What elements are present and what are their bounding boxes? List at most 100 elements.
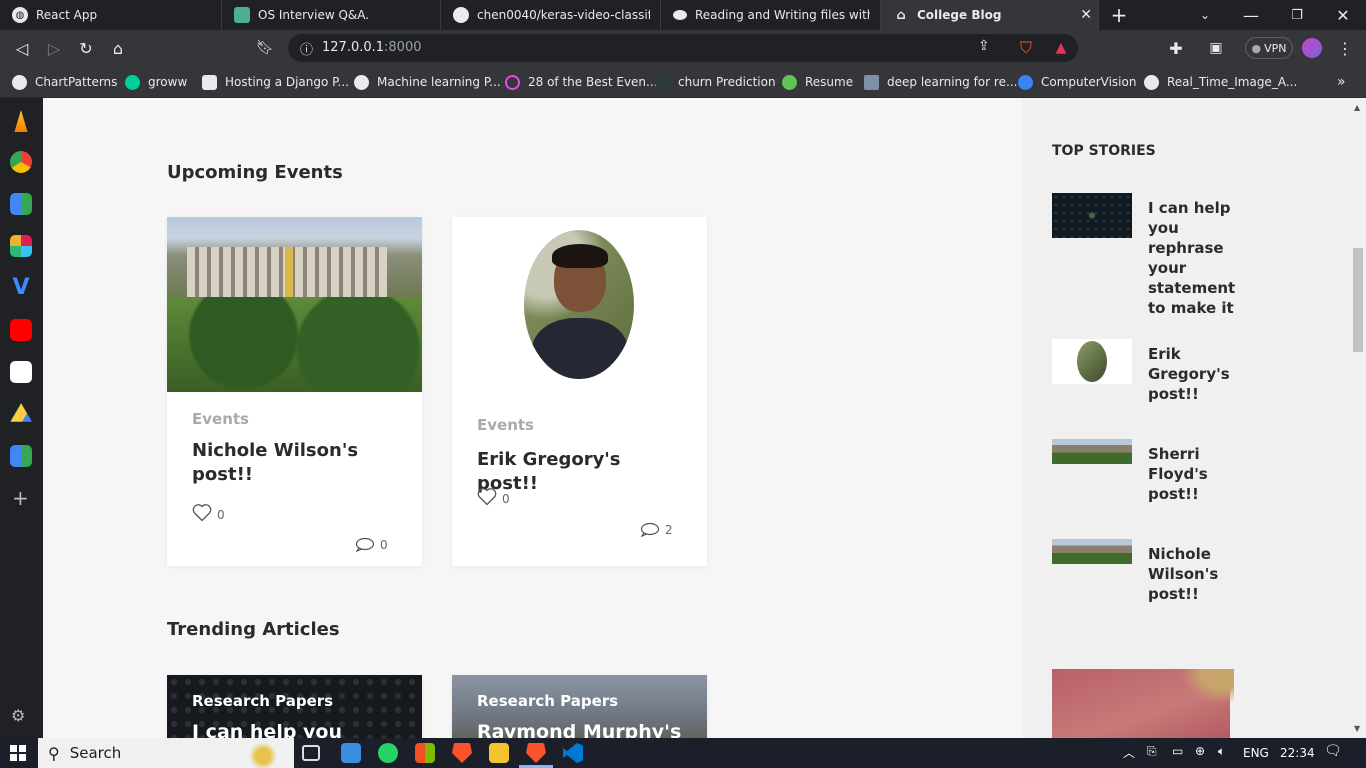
address-bar[interactable]: ⓘ 127.0.0.1:8000 ⇪ [288,34,1078,62]
story-thumbnail[interactable] [1052,539,1132,564]
story-title[interactable]: I can help you rephrase your statement t… [1148,198,1238,318]
github-icon [354,74,369,90]
minimize-icon[interactable]: — [1228,0,1274,30]
google-meet-icon[interactable] [10,445,32,467]
firebase-icon[interactable] [14,110,28,132]
brave-browser-icon[interactable] [452,743,472,763]
task-view-icon[interactable] [302,745,320,761]
microsoft-store-icon[interactable] [415,743,435,763]
tab-os-interview[interactable]: OS Interview Q&A. [222,0,441,30]
new-tab-button[interactable]: + [1099,0,1139,30]
brave-shields-icon[interactable]: ⛉ [1015,38,1037,58]
comment-button[interactable]: 2 [640,522,673,537]
comment-button[interactable]: 0 [355,537,388,552]
clickup-icon[interactable] [10,361,32,383]
brave-rewards-icon[interactable]: ▲ [1050,38,1072,58]
like-button[interactable]: 0 [477,487,510,506]
scrollbar-thumb[interactable] [1353,248,1363,352]
back-icon[interactable]: ◁ [11,38,33,58]
slack-icon[interactable] [10,235,32,257]
story-title[interactable]: Nichole Wilson's post!! [1148,544,1238,604]
event-card[interactable]: Events Nichole Wilson's post!! 0 0 [167,217,422,566]
trending-card[interactable]: Research Papers I can help you [167,675,422,738]
file-explorer-icon[interactable] [489,743,509,763]
vpn-button[interactable]: ● VPN [1245,37,1293,59]
youtube-icon[interactable] [10,319,32,341]
tab-react-app[interactable]: ◍ React App [0,0,222,30]
event-card[interactable]: Events Erik Gregory's post!! 0 2 [452,217,707,566]
story-thumbnail[interactable] [1052,193,1132,238]
windows-start-icon[interactable] [10,745,26,761]
mail-icon[interactable] [341,743,361,763]
clock[interactable]: 22:34 [1280,746,1315,760]
restore-icon[interactable]: ❐ [1274,0,1320,30]
bookmark-item[interactable]: Real_Time_Image_A... [1144,73,1297,91]
bookmark-item[interactable]: churn Prediction [655,73,776,91]
card-title[interactable]: Nichole Wilson's post!! [192,439,392,487]
tab-college-blog[interactable]: ⌂ College Blog ✕ [881,0,1099,30]
home-icon[interactable]: ⌂ [107,38,129,58]
story-item[interactable]: Sherri Floyd's post!! [1052,439,1242,509]
google-drive-icon[interactable] [10,403,32,422]
chrome-icon[interactable] [10,151,32,173]
scroll-down-icon[interactable]: ▼ [1354,724,1360,733]
brave-browser-active-icon[interactable] [526,743,546,763]
v-icon[interactable]: V [10,277,32,299]
extensions-icon[interactable]: ✚ [1165,38,1187,58]
story-item[interactable]: I can help you rephrase your statement t… [1052,193,1242,323]
author-portrait-image[interactable] [524,230,634,379]
college-campus-image[interactable] [167,217,422,392]
meet-now-icon[interactable]: ⎘ [1147,744,1157,759]
story-title[interactable]: Erik Gregory's post!! [1148,344,1238,404]
more-bookmarks-icon[interactable]: » [1337,73,1346,91]
bookmark-item[interactable]: Machine learning P... [354,73,501,91]
trending-title[interactable]: Raymond Murphy's [477,721,681,738]
card-category[interactable]: Events [192,410,249,428]
story-item[interactable]: Erik Gregory's post!! [1052,339,1242,409]
whatsapp-icon[interactable] [378,743,398,763]
tab-search-chevron-icon[interactable]: ⌄ [1182,0,1228,30]
forward-icon[interactable]: ▷ [43,38,65,58]
battery-icon[interactable]: ▭ [1172,744,1183,758]
card-category[interactable]: Events [477,416,534,434]
bookmark-item[interactable]: 28 of the Best Even... [505,73,657,91]
menu-icon[interactable]: ⋮ [1334,38,1356,58]
promo-banner-image[interactable] [1052,669,1234,738]
tray-chevron-icon[interactable]: ︿ [1123,744,1135,761]
language-indicator[interactable]: ENG [1243,746,1269,760]
trending-card[interactable]: Research Papers Raymond Murphy's [452,675,707,738]
wallet-icon[interactable]: ▣ [1205,38,1227,58]
story-thumbnail[interactable] [1052,439,1132,464]
like-button[interactable]: 0 [192,503,225,522]
google-meet-icon[interactable] [10,193,32,215]
close-tab-icon[interactable]: ✕ [1080,7,1092,23]
settings-gear-icon[interactable]: ⚙ [11,706,25,725]
bookmark-icon[interactable]: 🔖︎ [254,38,276,58]
taskbar-search-box[interactable]: ⚲ Search [38,738,294,768]
bookmark-item[interactable]: ComputerVision [1018,73,1136,91]
bookmark-item[interactable]: deep learning for re... [864,73,1017,91]
close-window-icon[interactable]: ✕ [1320,0,1366,30]
reload-icon[interactable]: ↻ [75,38,97,58]
story-item[interactable]: Nichole Wilson's post!! [1052,539,1242,609]
notifications-icon[interactable]: 🗨︎ [1324,743,1342,759]
scroll-up-icon[interactable]: ▲ [1354,103,1360,112]
trending-category[interactable]: Research Papers [477,692,618,710]
profile-avatar[interactable] [1302,38,1322,58]
story-title[interactable]: Sherri Floyd's post!! [1148,444,1238,504]
tab-github[interactable]: chen0040/keras-video-classifier: Ke [441,0,661,30]
share-icon[interactable]: ⇪ [978,38,990,54]
add-app-icon[interactable]: + [12,486,29,510]
bookmark-item[interactable]: Resume [782,73,853,91]
bookmark-item[interactable]: Hosting a Django P... [202,73,349,91]
bookmark-item[interactable]: groww [125,73,187,91]
network-globe-icon[interactable]: ⊕ [1195,744,1205,758]
page-scrollbar[interactable]: ▲ ▼ [1349,98,1366,738]
vscode-icon[interactable] [563,743,583,763]
trending-title[interactable]: I can help you [192,721,342,738]
bookmark-item[interactable]: ChartPatterns [12,73,117,91]
story-thumbnail[interactable] [1052,339,1132,384]
trending-category[interactable]: Research Papers [192,692,333,710]
tab-medium[interactable]: Reading and Writing files with Goo [661,0,881,30]
volume-icon[interactable]: 🔈︎ [1218,744,1225,759]
